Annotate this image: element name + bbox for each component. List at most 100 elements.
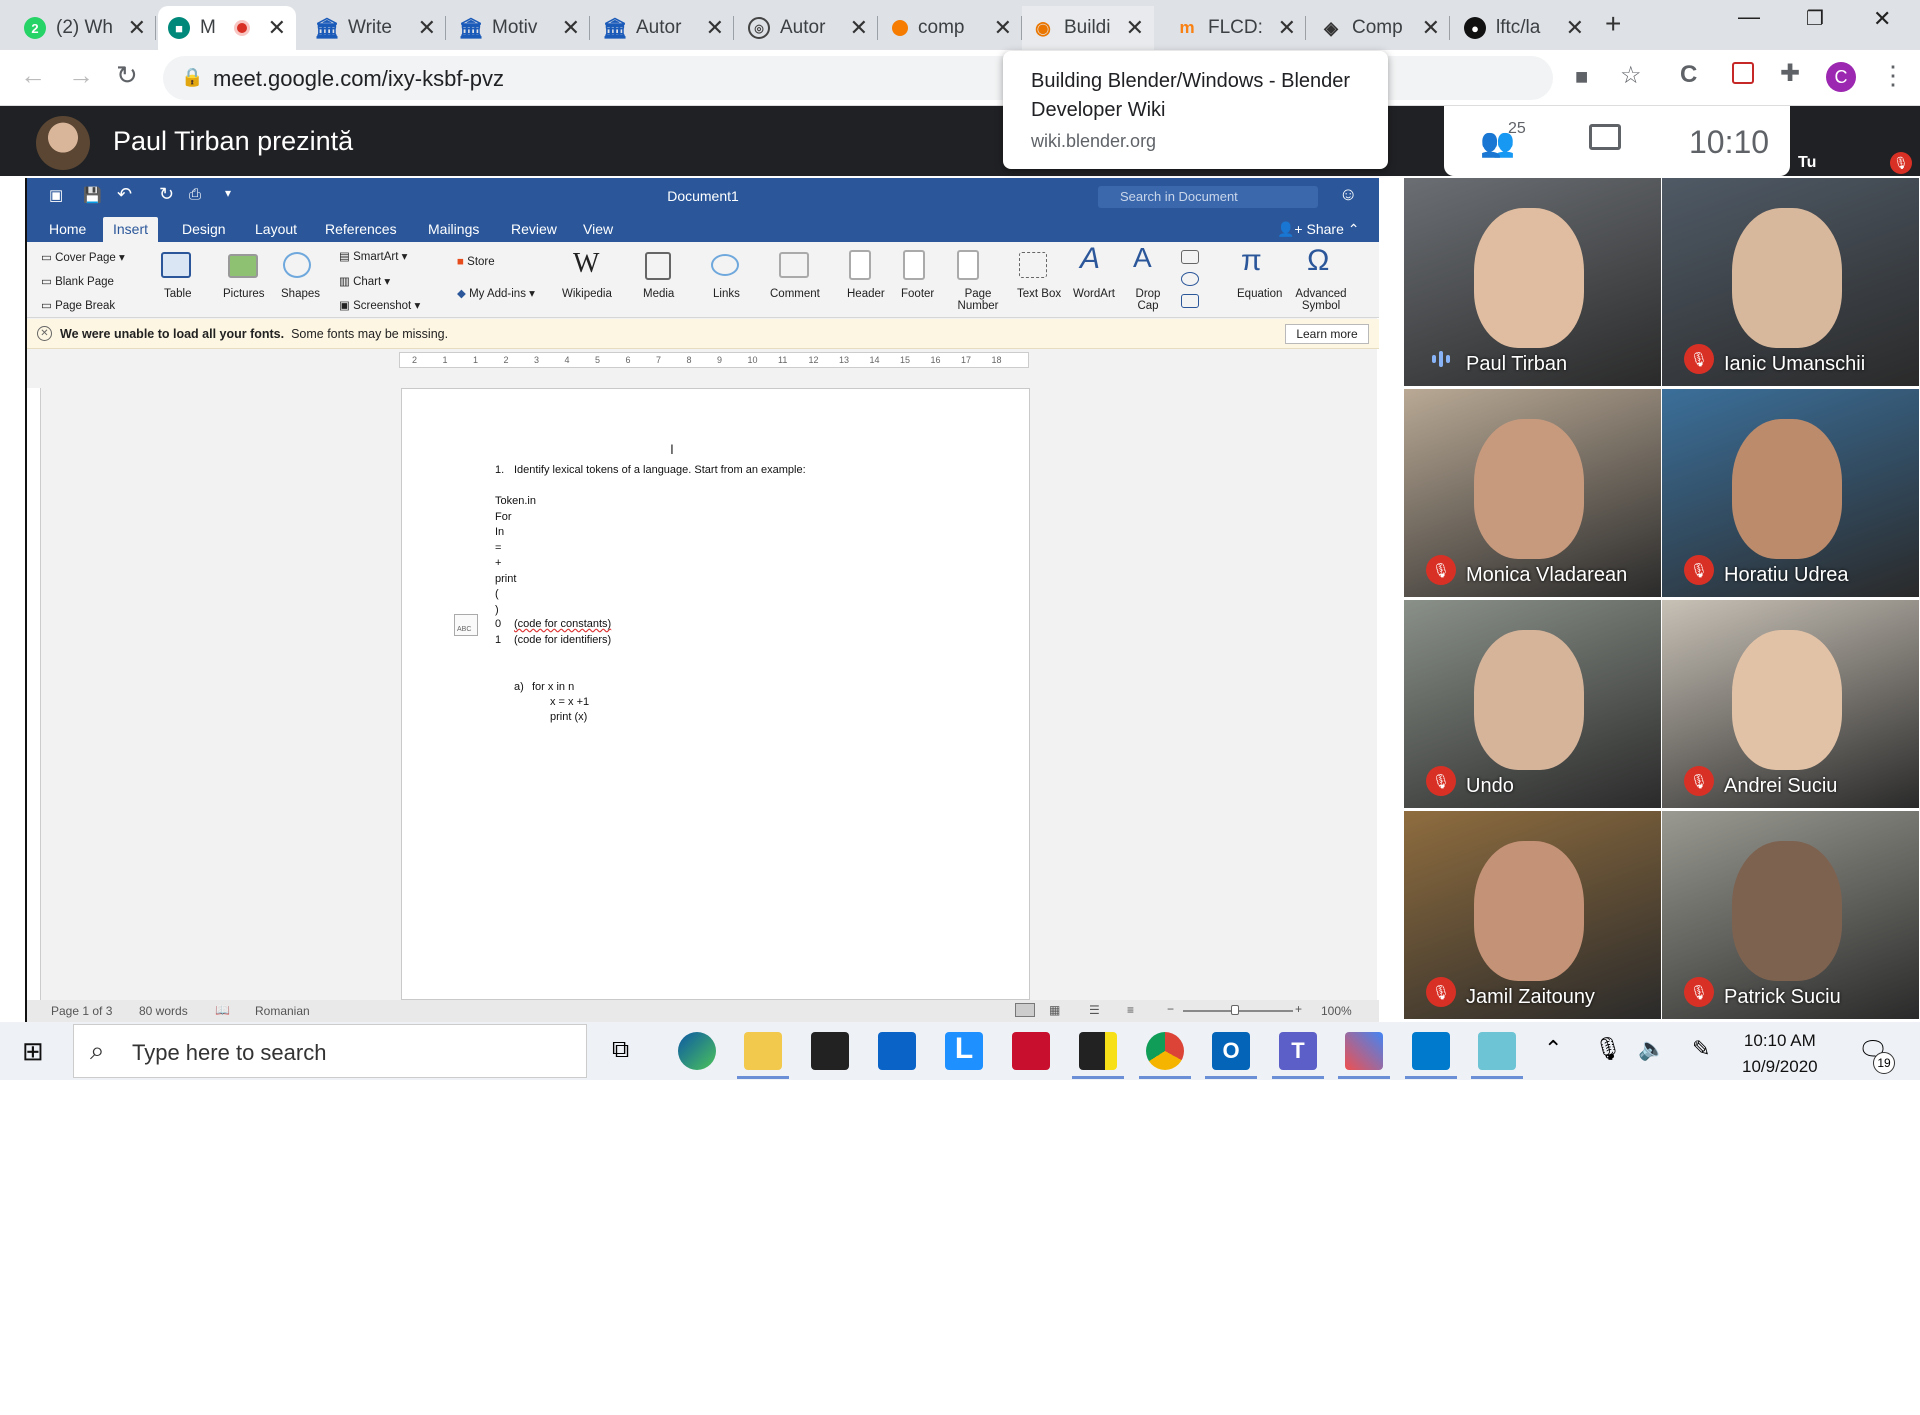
drop-cap-label[interactable]: Drop Cap [1135, 288, 1161, 312]
reload-icon[interactable]: ↻ [116, 60, 138, 91]
header-icon[interactable] [849, 250, 871, 280]
close-tab-icon[interactable]: ✕ [1278, 15, 1296, 41]
wordart-label[interactable]: WordArt [1073, 288, 1115, 300]
url-text[interactable]: meet.google.com/ixy-ksbf-pvz [213, 66, 504, 92]
git-app-icon[interactable] [1345, 1032, 1383, 1070]
wordart-icon[interactable]: A [1080, 242, 1100, 276]
page-break-button[interactable]: ▭ Page Break [41, 298, 115, 312]
text-box-label[interactable]: Text Box [1017, 288, 1061, 300]
datetime-icon[interactable] [1181, 272, 1199, 286]
shapes-label[interactable]: Shapes [281, 288, 320, 300]
store-icon[interactable] [811, 1032, 849, 1070]
dismiss-warning-icon[interactable]: ✕ [37, 326, 52, 341]
close-tab-icon[interactable]: ✕ [1126, 15, 1144, 41]
document-search[interactable]: Search in Document [1098, 186, 1318, 208]
zoom-in-icon[interactable]: + [1295, 1002, 1302, 1016]
proofing-icon[interactable]: 📖 [215, 1003, 230, 1017]
pen-icon[interactable]: ✎ [1692, 1036, 1710, 1062]
close-tab-icon[interactable]: ✕ [1422, 15, 1440, 41]
participant-tile[interactable]: 🎙 Undo [1404, 600, 1661, 808]
sticky-notes-icon[interactable] [1079, 1032, 1117, 1070]
tab-whatsapp[interactable]: 2 (2) Wh ✕ [14, 6, 156, 50]
blank-page-button[interactable]: ▭ Blank Page [41, 274, 114, 288]
menu-icon[interactable]: ⋮ [1880, 60, 1906, 91]
close-tab-icon[interactable]: ✕ [562, 15, 580, 41]
footer-icon[interactable] [903, 250, 925, 280]
tab-references[interactable]: References [325, 221, 397, 237]
microphone-icon[interactable]: 🎙 [1594, 1036, 1622, 1062]
learn-more-button[interactable]: Learn more [1285, 324, 1369, 344]
participant-tile[interactable]: 🎙 Monica Vladarean [1404, 389, 1661, 597]
forward-icon[interactable]: → [68, 60, 94, 91]
language[interactable]: Romanian [255, 1004, 310, 1018]
chat-icon[interactable] [1589, 124, 1621, 150]
page-indicator[interactable]: Page 1 of 3 [51, 1004, 112, 1018]
close-tab-icon[interactable]: ✕ [418, 15, 436, 41]
object-icon[interactable] [1181, 294, 1199, 308]
close-window-icon[interactable]: ✕ [1873, 6, 1891, 32]
taskbar-search[interactable]: ⌕ Type here to search [73, 1024, 587, 1078]
screenshot-button[interactable]: ▣ Screenshot ▾ [339, 298, 420, 312]
symbol-icon[interactable]: Ω [1307, 244, 1329, 278]
tab-review[interactable]: Review [511, 221, 557, 237]
tab-design[interactable]: Design [182, 221, 226, 237]
tab-mailings[interactable]: Mailings [428, 221, 479, 237]
tab-autor-2[interactable]: ◎ Autor ✕ [738, 6, 878, 50]
share-button[interactable]: 👤+ Share ⌃ [1277, 221, 1359, 238]
smartart-button[interactable]: ▤ SmartArt ▾ [339, 249, 407, 263]
equation-label[interactable]: Equation [1237, 288, 1282, 300]
close-tab-icon[interactable]: ✕ [268, 15, 286, 41]
cover-page-button[interactable]: ▭ Cover Page ▾ [41, 250, 125, 264]
chrome-icon[interactable] [1146, 1032, 1184, 1070]
teams-icon[interactable]: T [1279, 1032, 1317, 1070]
smiley-icon[interactable]: ☺ [1339, 184, 1357, 205]
edge-icon[interactable] [678, 1032, 716, 1070]
media-label[interactable]: Media [643, 288, 674, 300]
tab-comp[interactable]: comp ✕ [882, 6, 1022, 50]
comment-icon[interactable] [779, 252, 809, 278]
vscode-icon[interactable] [1412, 1032, 1450, 1070]
links-label[interactable]: Links [713, 288, 740, 300]
participant-tile[interactable]: 🎙 Jamil Zaitouny [1404, 811, 1661, 1019]
minimize-icon[interactable]: — [1738, 4, 1760, 30]
tab-layout[interactable]: Layout [255, 221, 297, 237]
extension-c-icon[interactable]: C [1680, 61, 1697, 89]
document-page[interactable]: I 1. Identify lexical tokens of a langua… [401, 388, 1030, 1000]
tab-motiv[interactable]: 🏛 Motiv ✕ [450, 6, 590, 50]
equation-icon[interactable]: π [1241, 244, 1262, 278]
tab-insert[interactable]: Insert [103, 217, 159, 242]
new-tab-icon[interactable]: + [1605, 8, 1621, 40]
chart-button[interactable]: ▥ Chart ▾ [339, 274, 390, 288]
participant-tile[interactable]: 🎙 Horatiu Udrea [1662, 389, 1919, 597]
tab-github[interactable]: ● lftc/la ✕ [1454, 6, 1594, 50]
spellcheck-icon[interactable]: ABC [454, 614, 478, 636]
close-tab-icon[interactable]: ✕ [706, 15, 724, 41]
participant-tile[interactable]: 🎙 Patrick Suciu [1662, 811, 1919, 1019]
app-icon[interactable] [1478, 1032, 1516, 1070]
table-icon[interactable] [161, 252, 191, 278]
drop-cap-icon[interactable]: A [1133, 242, 1152, 274]
tray-expand-icon[interactable]: ⌃ [1544, 1036, 1562, 1062]
wikipedia-label[interactable]: Wikipedia [562, 288, 612, 300]
shapes-icon[interactable] [283, 252, 311, 278]
l-app-icon[interactable]: L [945, 1032, 983, 1070]
word-count[interactable]: 80 words [139, 1004, 188, 1018]
participant-tile[interactable]: Paul Tirban [1404, 178, 1661, 386]
restore-icon[interactable]: ❐ [1806, 6, 1824, 31]
puzzle-icon[interactable]: ✚ [1780, 59, 1800, 88]
camera-icon[interactable]: ■ [1575, 64, 1588, 90]
tab-home[interactable]: Home [49, 221, 86, 237]
tab-write[interactable]: 🏛 Write ✕ [306, 6, 446, 50]
header-label[interactable]: Header [847, 288, 885, 300]
draft-icon[interactable]: ≡ [1127, 1003, 1134, 1017]
tab-view[interactable]: View [583, 221, 613, 237]
extension-red-icon[interactable] [1732, 62, 1754, 84]
back-icon[interactable]: ← [20, 60, 46, 91]
windows-start-icon[interactable]: ⊞ [22, 1036, 44, 1067]
tab-autor-1[interactable]: 🏛 Autor ✕ [594, 6, 734, 50]
page-number-label[interactable]: Page Number [957, 288, 999, 312]
close-tab-icon[interactable]: ✕ [128, 15, 146, 41]
participant-tile[interactable]: 🎙 Andrei Suciu [1662, 600, 1919, 808]
tab-comp-2[interactable]: ◈ Comp ✕ [1310, 6, 1450, 50]
tab-blender[interactable]: ◉ Buildi ✕ [1022, 6, 1154, 50]
